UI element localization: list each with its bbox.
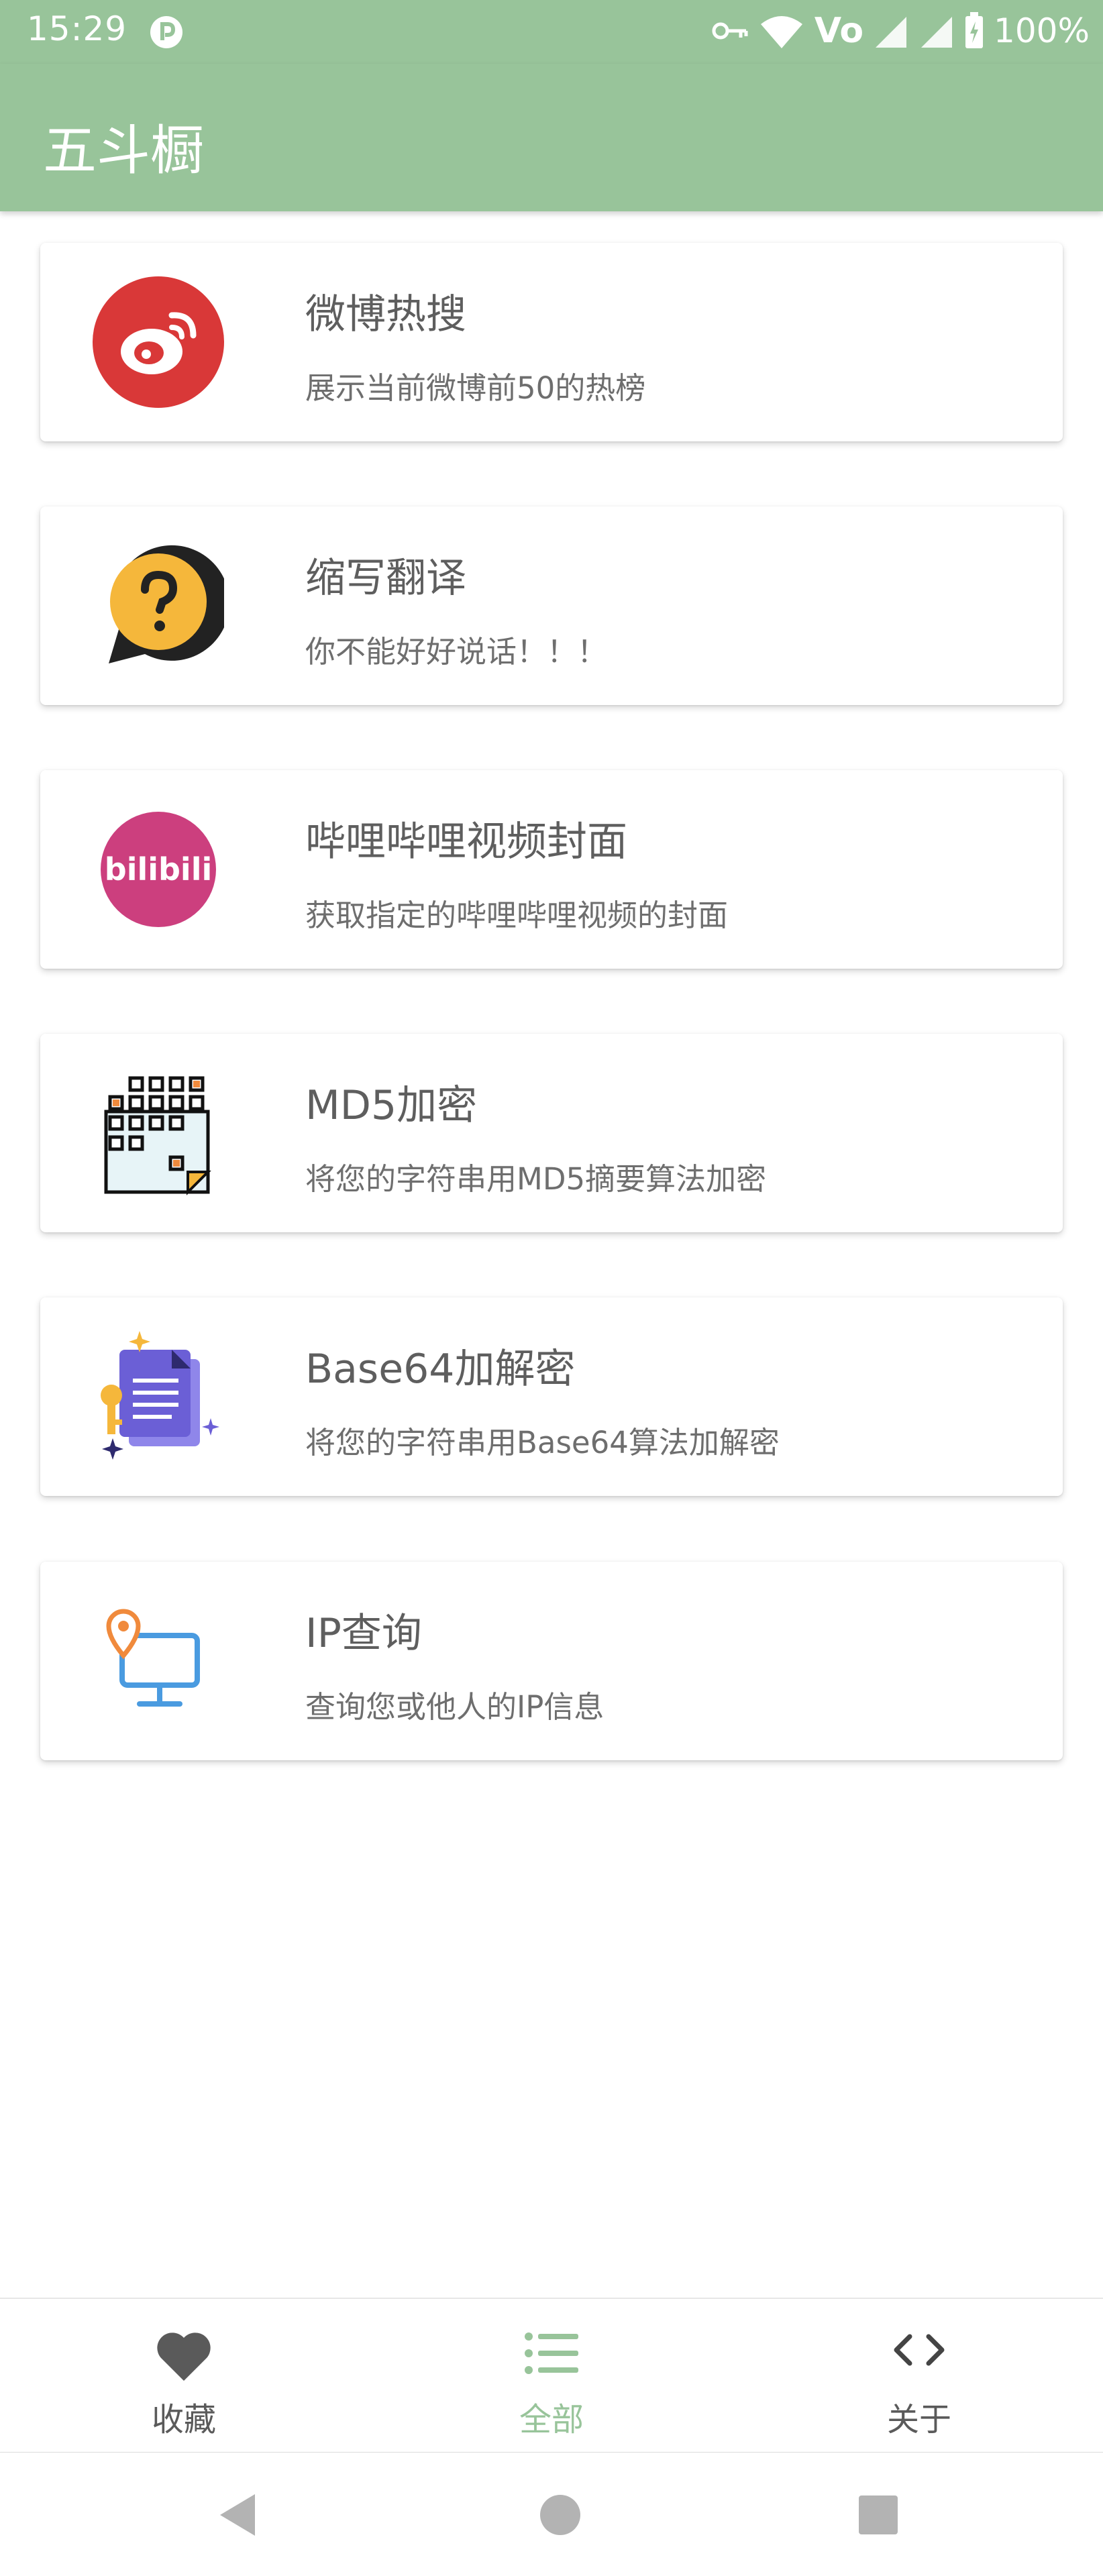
card-title: Base64加解密 xyxy=(305,1346,576,1393)
card-title: 缩写翻译 xyxy=(305,555,466,602)
wifi-icon xyxy=(758,12,805,50)
card-title: 微博热搜 xyxy=(305,291,466,338)
signal-icon-2 xyxy=(918,13,955,49)
card-title: 哔哩哔哩视频封面 xyxy=(305,818,627,865)
nav-label-favorites: 收藏 xyxy=(151,2401,216,2438)
list-icon xyxy=(523,2331,580,2378)
card-title: MD5加密 xyxy=(305,1082,478,1129)
bilibili-logo-text: bilibili xyxy=(105,851,212,888)
document-key-icon xyxy=(93,1331,224,1462)
nav-item-all[interactable]: 全部 xyxy=(451,2299,652,2452)
tool-card-md5[interactable]: MD5加密 将您的字符串用MD5摘要算法加密 xyxy=(40,1034,1063,1232)
card-description: 获取指定的哔哩哔哩视频的封面 xyxy=(305,898,729,933)
recents-icon[interactable] xyxy=(855,2491,902,2538)
card-description: 将您的字符串用MD5摘要算法加密 xyxy=(305,1161,767,1197)
tool-card-ip[interactable]: IP查询 查询您或他人的IP信息 xyxy=(40,1562,1063,1760)
home-icon[interactable] xyxy=(537,2491,584,2538)
weibo-icon xyxy=(93,276,224,408)
nav-label-all: 全部 xyxy=(519,2401,584,2438)
tool-card-bilibili[interactable]: bilibili 哔哩哔哩视频封面 获取指定的哔哩哔哩视频的封面 xyxy=(40,770,1063,969)
back-icon[interactable] xyxy=(215,2491,262,2538)
bilibili-icon: bilibili xyxy=(93,804,224,935)
ip-location-monitor-icon xyxy=(93,1595,224,1727)
nav-item-favorites[interactable]: 收藏 xyxy=(83,2299,284,2452)
signal-icon-1 xyxy=(873,13,909,49)
pinterest-like-p-icon xyxy=(149,15,184,50)
tool-card-abbreviation[interactable]: 缩写翻译 你不能好好说话！！！ xyxy=(40,506,1063,705)
code-brackets-icon xyxy=(891,2331,947,2371)
status-time: 15:29 xyxy=(27,9,127,48)
heart-icon xyxy=(156,2331,212,2385)
key-icon xyxy=(711,19,749,43)
app-bar: 五斗橱 xyxy=(0,64,1103,211)
battery-icon xyxy=(964,12,984,50)
battery-percent: 100% xyxy=(994,11,1090,50)
nav-item-about[interactable]: 关于 xyxy=(819,2299,1020,2452)
bottom-navigation: 收藏 全部 关于 xyxy=(0,2298,1103,2454)
volte-label: Vo xyxy=(814,11,864,51)
md5-grid-icon xyxy=(93,1067,224,1199)
status-indicators: Vo 100% xyxy=(711,9,1090,52)
card-description: 你不能好好说话！！！ xyxy=(305,634,608,669)
status-bar: 15:29 Vo 100% xyxy=(0,0,1103,64)
card-description: 将您的字符串用Base64算法加解密 xyxy=(305,1425,780,1460)
card-description: 展示当前微博前50的热榜 xyxy=(305,370,646,406)
nav-label-about: 关于 xyxy=(886,2401,951,2438)
system-navigation-bar xyxy=(0,2453,1103,2576)
tool-card-base64[interactable]: Base64加解密 将您的字符串用Base64算法加解密 xyxy=(40,1297,1063,1496)
page-title: 五斗橱 xyxy=(43,119,204,182)
card-description: 查询您或他人的IP信息 xyxy=(305,1689,605,1725)
question-bubble-icon xyxy=(93,540,230,672)
card-title: IP查询 xyxy=(305,1610,422,1657)
tool-card-weibo[interactable]: 微博热搜 展示当前微博前50的热榜 xyxy=(40,243,1063,441)
